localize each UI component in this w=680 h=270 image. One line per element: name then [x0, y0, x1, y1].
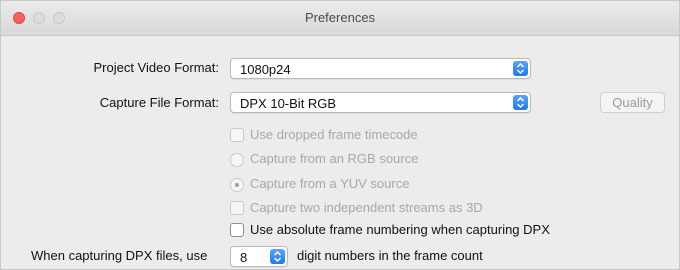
- project-video-format-label: Project Video Format:: [93, 60, 219, 75]
- dropped-frame-label: Use dropped frame timecode: [250, 127, 418, 142]
- project-video-format-value: 1080p24: [240, 62, 291, 77]
- title-bar: Preferences: [1, 1, 679, 36]
- stepper-icon: [513, 61, 528, 76]
- rgb-source-radio[interactable]: [230, 153, 244, 167]
- dropped-frame-checkbox[interactable]: [230, 128, 244, 142]
- stepper-icon: [513, 95, 528, 110]
- radio-selected-dot-icon: [235, 183, 239, 187]
- dpx-digits-value: 8: [240, 250, 248, 265]
- rgb-source-label: Capture from an RGB source: [250, 151, 419, 166]
- dpx-digits-prefix: When capturing DPX files, use: [31, 248, 208, 263]
- dpx-digits-select[interactable]: 8: [230, 246, 288, 267]
- stepper-icon: [270, 249, 285, 264]
- dpx-digits-suffix: digit numbers in the frame count: [297, 248, 483, 263]
- absolute-numbering-label: Use absolute frame numbering when captur…: [250, 222, 550, 237]
- yuv-source-radio[interactable]: [230, 178, 244, 192]
- preferences-window: Preferences Project Video Format: 1080p2…: [0, 0, 680, 270]
- absolute-numbering-checkbox[interactable]: [230, 223, 244, 237]
- capture-file-format-value: DPX 10-Bit RGB: [240, 96, 337, 111]
- two-streams-label: Capture two independent streams as 3D: [250, 200, 483, 215]
- quality-button[interactable]: Quality: [600, 92, 665, 113]
- yuv-source-label: Capture from a YUV source: [250, 176, 410, 191]
- two-streams-checkbox[interactable]: [230, 201, 244, 215]
- project-video-format-select[interactable]: 1080p24: [230, 58, 531, 79]
- capture-file-format-label: Capture File Format:: [99, 95, 219, 110]
- capture-file-format-select[interactable]: DPX 10-Bit RGB: [230, 92, 531, 113]
- window-title: Preferences: [304, 10, 376, 25]
